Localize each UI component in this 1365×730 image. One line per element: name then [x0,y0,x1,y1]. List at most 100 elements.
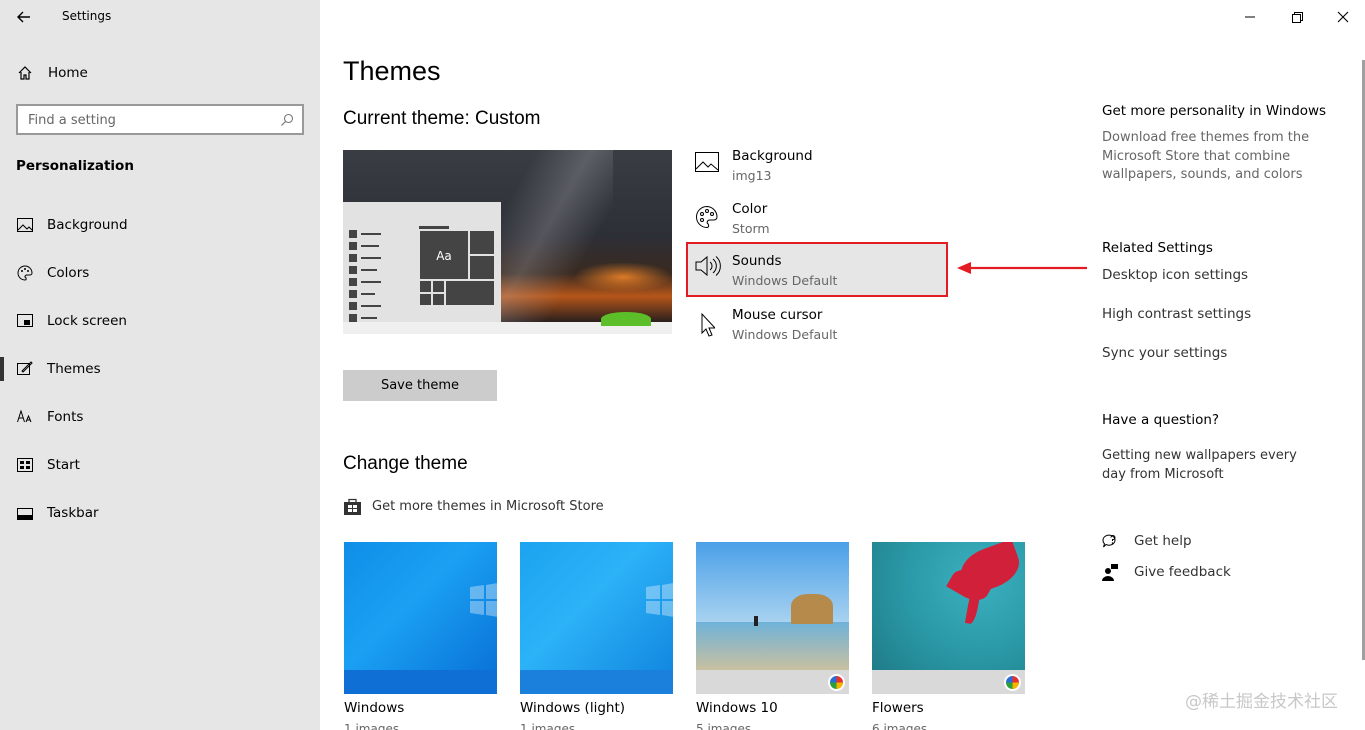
preview-tile-text: Aa [419,230,469,280]
sidebar-item-background[interactable]: Background [0,207,320,243]
preview-menu-list [349,230,381,322]
preview-tile [419,293,432,306]
preview-tent [601,312,651,326]
link-new-wallpapers[interactable]: Getting new wallpapers every day from Mi… [1102,447,1322,484]
theme-count: 5 images [696,722,752,730]
restore-icon[interactable] [1286,6,1308,28]
themes-brush-icon [17,361,33,380]
section-title: Personalization [16,158,134,174]
preview-tile [419,280,432,293]
theme-card-windows-light[interactable]: Windows (light) 1 images [520,542,673,730]
theme-count: 6 images [872,722,928,730]
settings-window: Settings Home Personalization Background [0,0,1365,730]
sidebar-item-label: Start [47,457,80,473]
home-label: Home [48,65,88,81]
theme-card-windows-10[interactable]: Windows 10 5 images [696,542,849,730]
preview-tile [432,293,445,306]
link-sync-settings[interactable]: Sync your settings [1102,345,1227,361]
preview-window: Aa [343,202,501,322]
taskbar-icon [17,505,33,524]
theme-name: Windows [344,700,405,716]
property-value: Windows Default [732,327,838,342]
preview-horizon-glow [573,262,672,292]
preview-tile [469,230,495,255]
minimize-icon[interactable] [1239,6,1261,28]
theme-thumbnail [696,542,849,694]
related-settings-heading: Related Settings [1102,240,1213,256]
sidebar-item-lock-screen[interactable]: Lock screen [0,303,320,339]
question-heading: Have a question? [1102,412,1220,428]
sidebar-item-label: Colors [47,265,90,281]
feedback-person-icon [1102,564,1118,586]
save-theme-button[interactable]: Save theme [343,370,497,401]
sidebar-item-start[interactable]: Start [0,447,320,483]
picture-icon [695,152,719,176]
sidebar-item-themes[interactable]: Themes [0,351,320,387]
theme-card-flowers[interactable]: Flowers 6 images [872,542,1025,730]
sidebar-item-colors[interactable]: Colors [0,255,320,291]
property-value: Storm [732,221,770,236]
page-title: Themes [343,56,441,86]
link-high-contrast-settings[interactable]: High contrast settings [1102,306,1251,322]
theme-name: Windows 10 [696,700,778,716]
property-value: Windows Default [732,273,838,288]
theme-property-sounds[interactable]: Sounds Windows Default [686,242,948,297]
theme-thumbnail [520,542,673,694]
theme-property-background[interactable]: Background img13 [686,144,948,196]
theme-count: 1 images [520,722,576,730]
lock-screen-icon [17,313,33,332]
search-box[interactable] [16,104,304,135]
close-icon[interactable] [1332,6,1354,28]
color-wheel-icon [1004,674,1021,691]
property-name: Sounds [732,253,782,269]
theme-preview: Aa [343,150,672,334]
fonts-icon [17,409,33,428]
sidebar-item-label: Taskbar [47,505,99,521]
theme-thumbnail [872,542,1025,694]
preview-tile [469,255,495,280]
give-feedback-label: Give feedback [1134,564,1231,580]
app-title: Settings [62,9,112,23]
change-theme-heading: Change theme [343,453,468,474]
current-theme-heading: Current theme: Custom [343,108,541,129]
palette-icon [17,265,33,285]
preview-tile [445,280,495,306]
property-name: Mouse cursor [732,307,823,323]
watermark: @稀土掘金技术社区 [1185,692,1338,712]
theme-count: 1 images [344,722,400,730]
cursor-icon [695,311,717,341]
speaker-icon [695,255,721,281]
sidebar-item-label: Lock screen [47,313,127,329]
property-name: Color [732,201,768,217]
sidebar-item-label: Themes [47,361,101,377]
palette-icon [695,205,719,233]
sidebar-item-fonts[interactable]: Fonts [0,399,320,435]
sidebar-item-label: Background [47,217,128,233]
sidebar-item-label: Fonts [47,409,84,425]
annotation-arrow [955,260,1089,276]
preview-tile [432,280,445,293]
sidebar: Settings Home Personalization Background [0,0,320,730]
help-chat-icon [1102,533,1120,553]
sidebar-home[interactable]: Home [0,60,320,86]
store-bag-icon [343,498,362,520]
theme-name: Windows (light) [520,700,626,716]
sidebar-item-taskbar[interactable]: Taskbar [0,495,320,531]
search-input[interactable] [28,111,268,129]
link-desktop-icon-settings[interactable]: Desktop icon settings [1102,267,1248,283]
preview-milky-way [493,150,613,322]
personality-text[interactable]: Download free themes from the Microsoft … [1102,129,1332,185]
preview-accent-strip [419,226,449,229]
start-icon [17,457,33,476]
theme-property-mouse-cursor[interactable]: Mouse cursor Windows Default [686,303,948,355]
theme-thumbnail [344,542,497,694]
store-link-label: Get more themes in Microsoft Store [372,499,604,514]
personality-heading: Get more personality in Windows [1102,103,1327,119]
back-arrow-icon[interactable] [13,6,35,28]
property-value: img13 [732,168,772,183]
preview-tiles: Aa [419,230,495,324]
theme-card-windows[interactable]: Windows 1 images [344,542,497,730]
get-help-label: Get help [1134,533,1192,549]
theme-name: Flowers [872,700,924,716]
search-icon[interactable] [280,112,294,131]
